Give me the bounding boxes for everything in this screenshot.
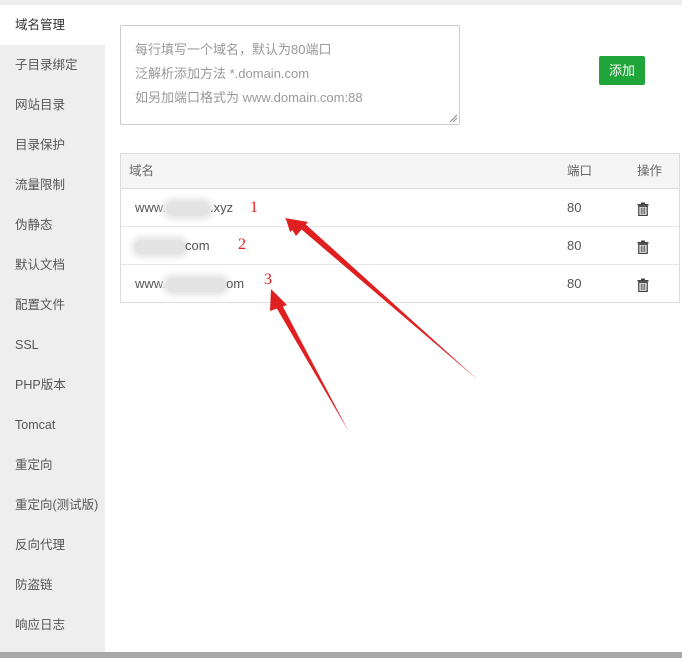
- sidebar-item-rewrite[interactable]: 伪静态: [0, 205, 105, 245]
- delete-button[interactable]: [637, 265, 649, 302]
- trash-icon[interactable]: [637, 240, 649, 254]
- table-header: 域名 端口 操作: [121, 154, 679, 189]
- placeholder-line-1: 每行填写一个域名，默认为80端口: [135, 42, 332, 57]
- annotation-number-2: 2: [238, 236, 246, 253]
- sidebar-item-redirect[interactable]: 重定向: [0, 445, 105, 485]
- sidebar-list: 域名管理 子目录绑定 网站目录 目录保护 流量限制 伪静态 默认文档 配置文件 …: [0, 5, 105, 645]
- redacted-blur: [166, 277, 227, 292]
- sidebar-item-reverse-proxy[interactable]: 反向代理: [0, 525, 105, 565]
- sidebar-item-tomcat[interactable]: Tomcat: [0, 405, 105, 445]
- redacted-blur: [166, 201, 211, 216]
- sidebar-item-redirect-beta[interactable]: 重定向(测试版): [0, 485, 105, 525]
- delete-button[interactable]: [637, 227, 649, 264]
- domain-cell: www. om: [135, 265, 244, 302]
- trash-icon[interactable]: [637, 278, 649, 292]
- header-port: 端口: [567, 164, 593, 178]
- sidebar-item-hotlink-protection[interactable]: 防盗链: [0, 565, 105, 605]
- domain-prefix: www.: [135, 200, 167, 215]
- domain-suffix: com: [185, 238, 210, 253]
- sidebar-item-directory-protection[interactable]: 目录保护: [0, 125, 105, 165]
- placeholder-line-3: 如另加端口格式为 www.domain.com:88: [135, 90, 363, 105]
- top-strip: [105, 0, 682, 5]
- domain-suffix: .xyz: [210, 200, 234, 215]
- domain-cell: com: [135, 227, 210, 264]
- sidebar-item-traffic-limit[interactable]: 流量限制: [0, 165, 105, 205]
- header-action: 操作: [637, 164, 663, 178]
- sidebar-item-domain-management[interactable]: 域名管理: [0, 5, 105, 45]
- annotation-number-1: 1: [250, 199, 258, 216]
- sidebar-item-default-document[interactable]: 默认文档: [0, 245, 105, 285]
- port-cell: 80: [567, 276, 582, 291]
- domain-cell: www. .xyz: [135, 189, 233, 226]
- table-row: www. om 80: [121, 265, 679, 302]
- table-row: com 80: [121, 227, 679, 265]
- header-domain: 域名: [129, 164, 155, 178]
- port-cell: 80: [567, 200, 582, 215]
- annotation-arrow-2-shaft: [276, 303, 349, 432]
- sidebar-item-site-directory[interactable]: 网站目录: [0, 85, 105, 125]
- resize-grip-icon[interactable]: [449, 114, 457, 122]
- sidebar-item-config-file[interactable]: 配置文件: [0, 285, 105, 325]
- domain-prefix: www.: [135, 276, 167, 291]
- placeholder-line-2: 泛解析添加方法 *.domain.com: [135, 66, 310, 81]
- sidebar-item-response-log[interactable]: 响应日志: [0, 605, 105, 645]
- bottom-scrollbar[interactable]: [0, 652, 682, 658]
- sidebar-item-subdirectory-binding[interactable]: 子目录绑定: [0, 45, 105, 85]
- domain-suffix: om: [226, 276, 245, 291]
- delete-button[interactable]: [637, 189, 649, 226]
- domain-table: 域名 端口 操作 www. .xyz 80 com 80 www. om 80: [120, 153, 680, 303]
- sidebar: 域名管理 子目录绑定 网站目录 目录保护 流量限制 伪静态 默认文档 配置文件 …: [0, 0, 105, 652]
- sidebar-item-ssl[interactable]: SSL: [0, 325, 105, 365]
- add-domain-button[interactable]: 添加: [599, 56, 645, 85]
- domain-textarea[interactable]: 每行填写一个域名，默认为80端口 泛解析添加方法 *.domain.com 如另…: [120, 25, 460, 125]
- table-row: www. .xyz 80: [121, 189, 679, 227]
- annotation-number-3: 3: [264, 271, 272, 288]
- redacted-blur: [135, 239, 185, 254]
- port-cell: 80: [567, 238, 582, 253]
- trash-icon[interactable]: [637, 202, 649, 216]
- sidebar-item-php-version[interactable]: PHP版本: [0, 365, 105, 405]
